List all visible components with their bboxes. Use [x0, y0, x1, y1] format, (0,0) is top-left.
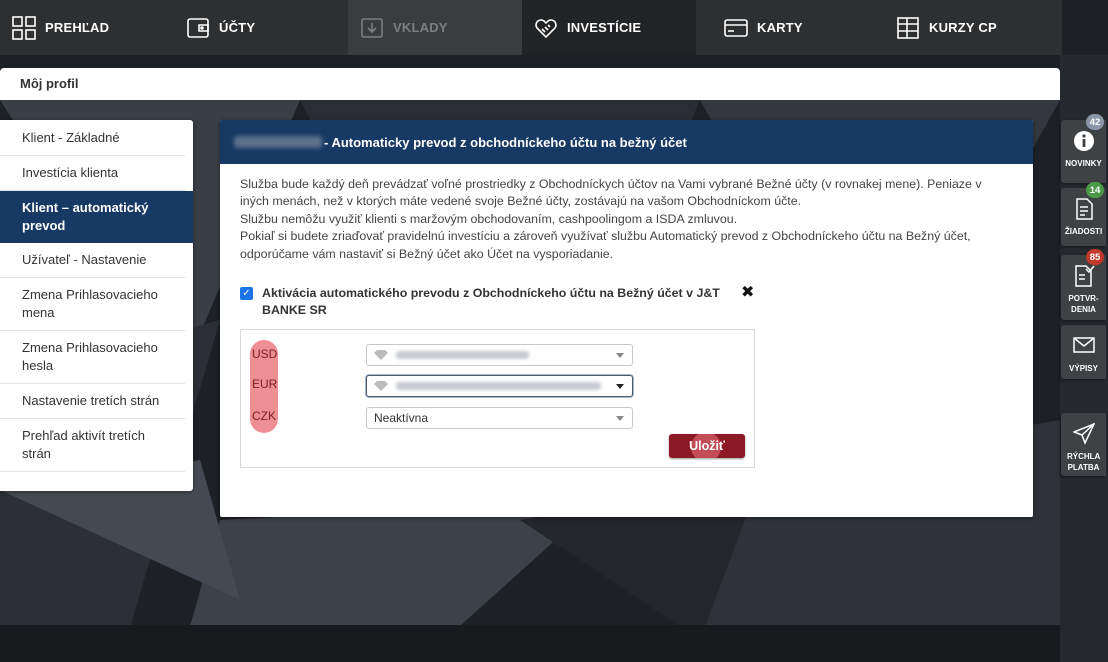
sidebar-item-investicia-klienta[interactable]: Investícia klienta: [0, 156, 185, 191]
profile-sidebar-menu: Klient - Základné Investícia klienta Kli…: [0, 120, 193, 491]
currency-label-usd: USD: [252, 347, 278, 361]
side-button-rychla-platba[interactable]: RÝCHLA PLATBA: [1061, 413, 1106, 476]
sidebar-item-automaticky-prevod[interactable]: Klient – automatický prevod: [0, 191, 193, 243]
side-label: POTVR-DENIA: [1068, 294, 1099, 314]
diamond-icon: [374, 350, 388, 360]
usd-account-select[interactable]: [366, 344, 633, 366]
side-label: ŽIADOSTI: [1064, 227, 1103, 236]
nav-item-prehlad[interactable]: PREHĽAD: [0, 0, 174, 55]
auto-transfer-panel: - Automaticky prevod z obchodníckeho účt…: [220, 120, 1033, 517]
notification-badge: 42: [1086, 114, 1104, 130]
currency-label-czk: CZK: [252, 409, 276, 423]
nav-item-karty[interactable]: KARTY: [696, 0, 870, 55]
table-grid-icon: [896, 16, 920, 40]
nav-item-kurzy-cp[interactable]: KURZY CP: [870, 0, 1062, 55]
redacted-account: [396, 351, 529, 359]
nav-label: PREHĽAD: [45, 20, 110, 35]
panel-title: - Automaticky prevod z obchodníckeho účt…: [324, 134, 687, 150]
envelope-icon: [1061, 335, 1106, 359]
czk-selected-value: Neaktívna: [374, 411, 429, 425]
info-icon: [1061, 130, 1106, 154]
page-title: Môj profil: [0, 68, 1060, 100]
document-icon: [1061, 198, 1106, 222]
wallet-icon: [186, 16, 210, 40]
chevron-down-icon: [616, 353, 624, 358]
diamond-icon: [374, 381, 388, 391]
handshake-heart-icon: [534, 16, 558, 40]
nav-label: INVESTÍCIE: [567, 20, 642, 35]
nav-item-ucty[interactable]: ÚČTY: [174, 0, 348, 55]
description-paragraph: Pokiaľ si budete zriaďovať pravidelnú in…: [240, 229, 971, 261]
sidebar-item-prehlad-aktivit[interactable]: Prehľad aktivít tretích strán: [0, 419, 185, 472]
side-label: NOVINKY: [1065, 159, 1102, 168]
activation-checkbox[interactable]: ✓: [240, 287, 253, 301]
sidebar-item-zmena-mena[interactable]: Zmena Prihlasovacieho mena: [0, 278, 185, 331]
paper-plane-icon: [1061, 423, 1106, 447]
save-button[interactable]: Uložiť: [669, 434, 745, 458]
side-label: VÝPISY: [1069, 364, 1098, 373]
panel-header: - Automaticky prevod z obchodníckeho účt…: [220, 120, 1033, 164]
notification-badge: 14: [1086, 182, 1104, 198]
sidebar-item-klient-zakladne[interactable]: Klient - Základné: [0, 121, 185, 156]
redacted-account: [396, 382, 601, 390]
side-button-vypisy[interactable]: VÝPISY: [1061, 325, 1106, 379]
nav-label: VKLADY: [393, 20, 448, 35]
side-button-novinky[interactable]: NOVINKY 42: [1061, 114, 1106, 183]
chevron-down-icon: [616, 416, 624, 421]
chevron-down-icon: [616, 384, 624, 389]
side-button-ziadosti[interactable]: ŽIADOSTI 14: [1061, 182, 1106, 246]
czk-account-select[interactable]: Neaktívna: [366, 407, 633, 429]
currency-label-eur: EUR: [252, 377, 278, 391]
eur-account-select[interactable]: [366, 375, 633, 397]
nav-label: KURZY CP: [929, 20, 997, 35]
document-check-icon: [1061, 265, 1106, 289]
panel-body: Služba bude každý deň prevádzať voľné pr…: [220, 164, 1033, 319]
nav-item-vklady[interactable]: VKLADY: [348, 0, 522, 55]
currency-settings-box: USD EUR CZK Neaktívna Uložiť: [240, 329, 755, 468]
redacted-client-name: [234, 136, 322, 148]
dashboard-grid-icon: [12, 15, 36, 40]
activation-row: ✓ Aktivácia automatického prevodu z Obch…: [240, 285, 1013, 319]
sidebar-item-nastavenie-tretich-stran[interactable]: Nastavenie tretích strán: [0, 384, 185, 419]
deposit-icon: [360, 16, 384, 40]
close-icon[interactable]: ✖: [741, 285, 754, 301]
sidebar-item-zmena-hesla[interactable]: Zmena Prihlasovacieho hesla: [0, 331, 185, 384]
save-button-label: Uložiť: [689, 439, 725, 453]
side-button-potvrdenia[interactable]: POTVR-DENIA 85: [1061, 249, 1106, 320]
activation-label: Aktivácia automatického prevodu z Obchod…: [262, 286, 720, 318]
nav-label: ÚČTY: [219, 20, 256, 35]
notification-badge: 85: [1086, 249, 1104, 265]
nav-item-investicie[interactable]: INVESTÍCIE: [522, 0, 696, 55]
description-paragraph: Služba bude každý deň prevádzať voľné pr…: [240, 177, 982, 209]
side-label: RÝCHLA PLATBA: [1067, 452, 1101, 472]
top-navigation: PREHĽAD ÚČTY VKLADY INVESTÍCIE KARTY KUR…: [0, 0, 1062, 55]
nav-label: KARTY: [757, 20, 803, 35]
sidebar-item-uzivatel-nastavenie[interactable]: Užívateľ - Nastavenie: [0, 243, 185, 278]
description-paragraph: Službu nemôžu využiť klienti s maržovým …: [240, 211, 738, 226]
credit-card-icon: [724, 16, 748, 40]
